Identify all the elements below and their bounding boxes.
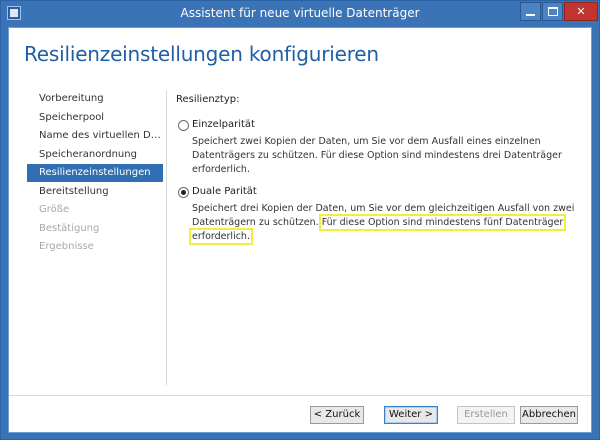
page-title: Resilienzeinstellungen konfigurieren [24, 42, 379, 66]
radio-einzelparitaet[interactable] [178, 120, 189, 131]
option-einzelparitaet-description-text: Speichert zwei Kopien der Daten, um Sie … [192, 136, 562, 175]
back-button[interactable]: < Zurück [310, 406, 364, 424]
wizard-step-list: Vorbereitung Speicherpool Name des virtu… [27, 90, 163, 257]
cancel-button[interactable]: Abbrechen [520, 406, 578, 424]
step-name-virtueller-datentraeger[interactable]: Name des virtuellen Date... [27, 127, 163, 145]
step-speicheranordnung[interactable]: Speicheranordnung [27, 146, 163, 164]
next-button[interactable]: Weiter > [384, 406, 438, 424]
resilience-type-label: Resilienztyp: [176, 94, 240, 105]
step-groesse: Größe [39, 204, 70, 215]
step-speicherpool[interactable]: Speicherpool [27, 109, 163, 127]
option-einzelparitaet-label[interactable]: Einzelparität [192, 119, 581, 131]
step-resilienzeinstellungen[interactable]: Resilienzeinstellungen [27, 164, 163, 182]
step-vorbereitung[interactable]: Vorbereitung [27, 90, 163, 108]
option-duale-paritaet[interactable]: Duale Parität Speichert drei Kopien der … [176, 186, 581, 245]
resilience-settings-panel: Resilienztyp: Einzelparität Speichert zw… [176, 94, 581, 253]
minimize-icon [526, 14, 535, 16]
step-bereitstellung[interactable]: Bereitstellung [27, 183, 163, 201]
step-bestaetigung: Bestätigung [39, 222, 100, 234]
footer-divider [9, 395, 591, 396]
option-duale-paritaet-label[interactable]: Duale Parität [192, 186, 581, 198]
close-icon: ✕ [576, 5, 586, 18]
radio-duale-paritaet[interactable] [178, 187, 189, 198]
option-einzelparitaet-description: Speichert zwei Kopien der Daten, um Sie … [192, 135, 581, 177]
minimize-button[interactable] [520, 2, 541, 21]
window-title: Assistent für neue virtuelle Datenträger [180, 6, 420, 20]
title-bar[interactable]: Assistent für neue virtuelle Datenträger… [1, 1, 599, 27]
wizard-window: Assistent für neue virtuelle Datenträger… [0, 0, 600, 440]
create-button: Erstellen [457, 406, 515, 424]
nav-divider [166, 90, 167, 385]
maximize-icon [547, 7, 558, 16]
option-einzelparitaet[interactable]: Einzelparität Speichert zwei Kopien der … [176, 119, 581, 177]
maximize-button[interactable] [542, 2, 563, 21]
option-duale-paritaet-description: Speichert drei Kopien der Daten, um Sie … [188, 202, 581, 245]
wizard-body: Resilienzeinstellungen konfigurieren Vor… [8, 27, 592, 433]
step-ergebnisse: Ergebnisse [39, 241, 94, 252]
close-button[interactable]: ✕ [564, 2, 598, 21]
